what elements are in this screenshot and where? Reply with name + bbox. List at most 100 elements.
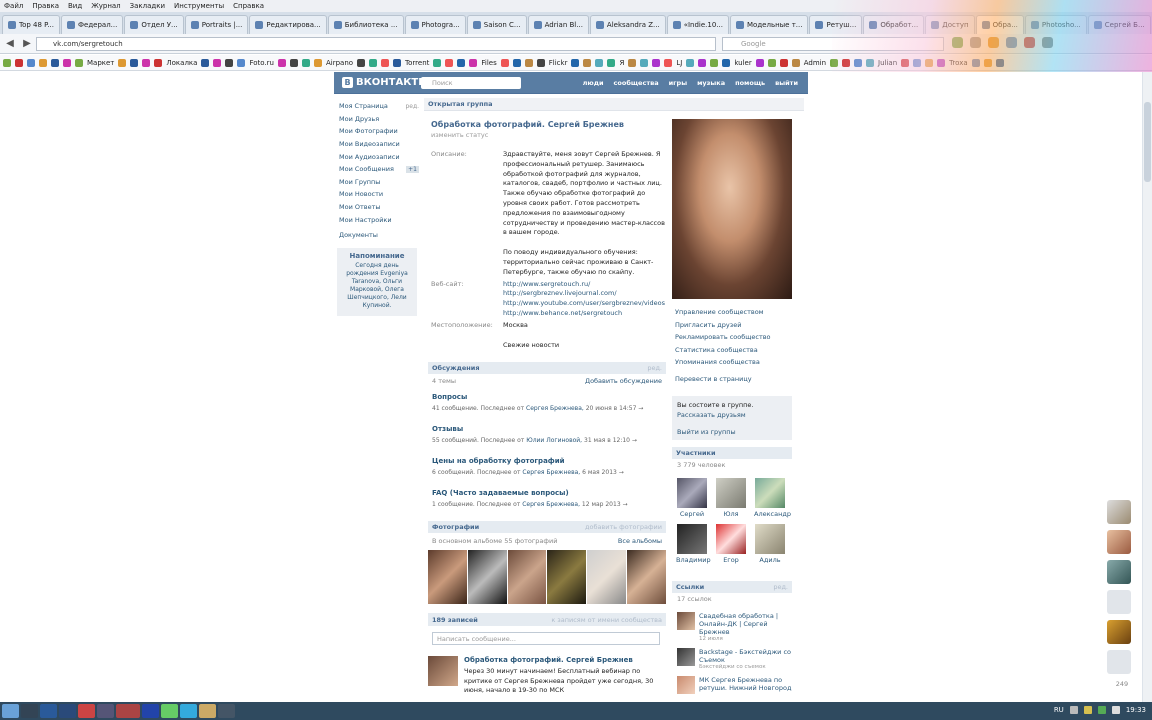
dock-avatar[interactable] <box>1107 560 1131 584</box>
bookmark-icon[interactable] <box>27 58 35 67</box>
back-icon[interactable]: ◀ <box>3 37 17 51</box>
bookmark-label[interactable]: Foto.ru <box>249 59 274 67</box>
browser-tab[interactable]: Photogra... <box>404 15 466 34</box>
menu-bookmarks[interactable]: Закладки <box>130 2 165 10</box>
website-link[interactable]: http://sergbreznev.livejournal.com/ <box>503 289 665 299</box>
add-photos-link[interactable]: добавить фотографии <box>585 523 662 531</box>
wall-filter[interactable]: к записям от имени сообщества <box>551 616 662 624</box>
taskbar-app-icon[interactable] <box>218 704 235 718</box>
photo-thumb[interactable] <box>428 550 467 604</box>
vk-search-input[interactable]: Поиск <box>421 77 521 89</box>
all-albums-link[interactable]: Все альбомы <box>618 537 662 545</box>
manage-community-link[interactable]: Управление сообществом <box>675 306 771 319</box>
shopping-icon[interactable] <box>1107 650 1131 674</box>
bookmark-icon[interactable] <box>937 58 946 67</box>
bookmark-label[interactable]: Локалка <box>166 59 197 67</box>
bookmark-icon[interactable] <box>664 58 673 67</box>
member-avatar[interactable] <box>755 524 785 554</box>
discussions-header[interactable]: Обсуждения ред. <box>428 362 666 374</box>
mentions-link[interactable]: Упоминания сообщества <box>675 356 771 369</box>
browser-tab[interactable]: Aleksandra Z... <box>589 15 666 34</box>
link-item[interactable]: Свадебная обработка | Онлайн-ДК | Сергей… <box>677 612 795 642</box>
member-name[interactable]: Сергей <box>676 510 708 518</box>
browser-tab[interactable]: Photosho... <box>1024 15 1087 34</box>
member-name[interactable]: Адиль <box>754 556 786 564</box>
photo-thumb[interactable] <box>627 550 666 604</box>
bookmark-icon[interactable] <box>225 58 234 67</box>
bookmark-icon[interactable] <box>3 58 11 67</box>
forward-icon[interactable]: ▶ <box>20 37 34 51</box>
browser-tab[interactable]: Модельные т... <box>730 15 809 34</box>
bookmark-icon[interactable] <box>277 58 286 67</box>
addon-icon[interactable] <box>988 37 999 48</box>
member-avatar[interactable] <box>677 478 707 508</box>
bookmark-icon[interactable] <box>237 58 246 67</box>
nav-games[interactable]: игры <box>669 79 687 87</box>
left-menu-item[interactable]: Мои Фотографии <box>339 125 419 138</box>
bookmark-icon[interactable] <box>571 58 580 67</box>
topic-title[interactable]: Цены на обработку фотографий <box>432 457 664 465</box>
discussion-topic[interactable]: Вопросы 41 сообщение. Последнее от Сергея… <box>432 393 664 412</box>
unread-badge[interactable]: +1 <box>406 165 419 173</box>
reminder-text[interactable]: Сегодня день рождения Evgeniya Taranova,… <box>341 262 413 310</box>
bookmark-icon[interactable] <box>154 58 163 67</box>
member-avatar[interactable] <box>716 478 746 508</box>
bookmark-label[interactable]: Flickr <box>549 59 568 67</box>
bookmark-icon[interactable] <box>842 58 851 67</box>
menu-edit[interactable]: Правка <box>32 2 59 10</box>
invite-friends-link[interactable]: Пригласить друзей <box>675 319 771 332</box>
advertise-link[interactable]: Рекламировать сообщество <box>675 331 771 344</box>
bookmark-icon[interactable] <box>39 58 47 67</box>
bookmark-icon[interactable] <box>357 58 366 67</box>
photo-thumb[interactable] <box>547 550 587 604</box>
discussion-topic[interactable]: Отзывы 55 сообщений. Последнее от Юлии Ло… <box>432 425 664 444</box>
links-edit[interactable]: ред. <box>773 583 788 591</box>
bookmark-icon[interactable] <box>925 58 934 67</box>
bookmark-icon[interactable] <box>75 58 83 67</box>
member-name[interactable]: Юля <box>715 510 747 518</box>
search-field[interactable]: Google <box>722 37 944 51</box>
bookmark-icon[interactable] <box>457 58 466 67</box>
bookmark-icon[interactable] <box>289 58 298 67</box>
bookmark-icon[interactable] <box>755 58 764 67</box>
dock-avatar[interactable] <box>1107 500 1131 524</box>
clock[interactable]: 19:33 <box>1126 706 1146 714</box>
topic-title[interactable]: Вопросы <box>432 393 664 401</box>
vk-logo[interactable]: В ВКОНТАКТЕ <box>342 77 425 88</box>
bookmark-icon[interactable] <box>901 58 910 67</box>
member-item[interactable]: Александр <box>754 478 791 518</box>
menu-tools[interactable]: Инструменты <box>174 2 224 10</box>
bookmark-icon[interactable] <box>381 58 390 67</box>
taskbar-app-icon[interactable] <box>142 704 159 718</box>
browser-tab[interactable]: Portraits |... <box>184 15 249 34</box>
tray-icon[interactable] <box>1097 706 1106 714</box>
dock-avatar[interactable] <box>1107 530 1131 554</box>
tray-icon[interactable] <box>1069 706 1078 714</box>
photo-thumb[interactable] <box>587 550 627 604</box>
link-title[interactable]: МК Сергея Брежнева по ретуши. Нижний Нов… <box>699 676 795 692</box>
left-menu-item[interactable]: Мои Видеозаписи <box>339 138 419 151</box>
bookmark-icon[interactable] <box>866 58 875 67</box>
member-name[interactable]: Владимир <box>676 556 711 564</box>
link-title[interactable]: Свадебная обработка | Онлайн-ДК | Сергей… <box>699 612 795 636</box>
taskbar-app-icon[interactable] <box>78 704 95 718</box>
member-item[interactable]: Юля <box>715 478 747 518</box>
bookmark-icon[interactable] <box>63 58 71 67</box>
bookmark-label[interactable]: Маркет <box>87 59 114 67</box>
post-avatar[interactable] <box>428 656 458 686</box>
browser-tab[interactable]: Отдел У... <box>124 15 184 34</box>
links-header[interactable]: Ссылки ред. <box>672 581 792 593</box>
member-item[interactable]: Адиль <box>754 524 786 564</box>
website-link[interactable]: http://www.behance.net/sergretouch <box>503 309 665 319</box>
taskbar-app-icon[interactable] <box>59 704 76 718</box>
taskbar-app-icon[interactable] <box>199 704 216 718</box>
bookmark-label[interactable]: kuler <box>734 59 751 67</box>
bookmark-icon[interactable] <box>369 58 378 67</box>
bookmark-label[interactable]: Files <box>481 59 496 67</box>
website-link[interactable]: http://www.sergretouch.ru/ <box>503 280 665 290</box>
post-author[interactable]: Обработка фотографий. Сергей Брежнев <box>464 656 633 664</box>
menu-icon[interactable] <box>1042 37 1053 48</box>
browser-tab[interactable]: Adrian Bl... <box>527 15 589 34</box>
member-item[interactable]: Сергей <box>676 478 708 518</box>
bookmark-icon[interactable] <box>607 58 616 67</box>
